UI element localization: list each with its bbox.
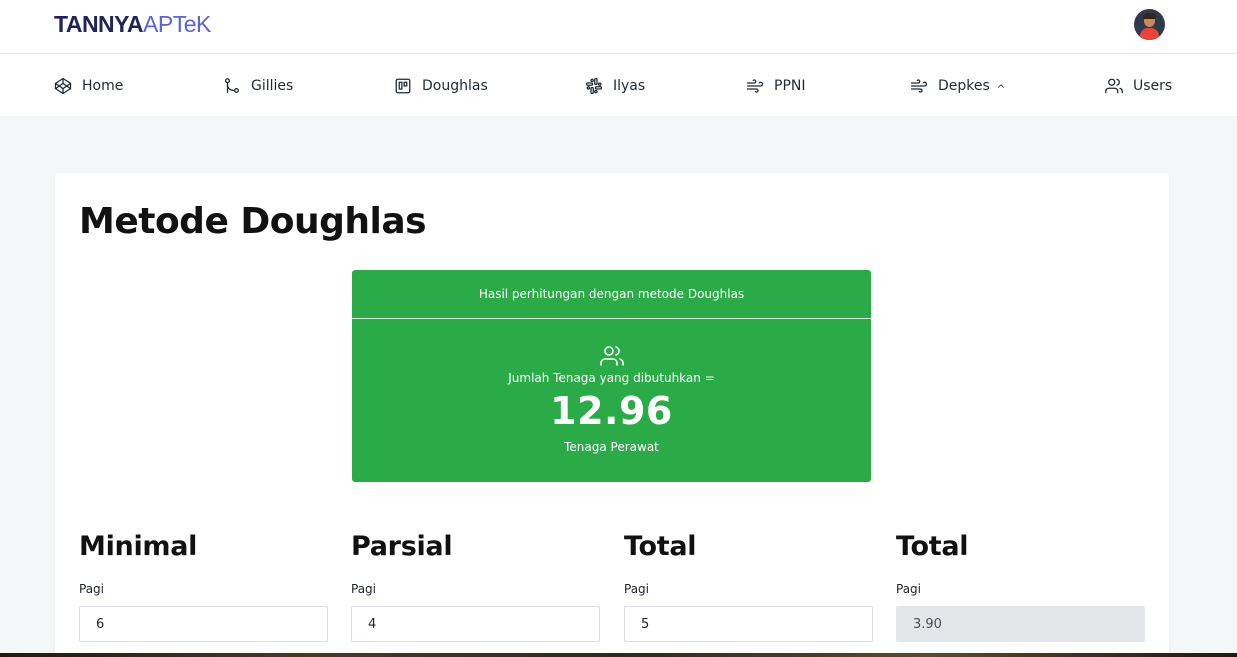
nav-item-ppni[interactable]: PPNI — [746, 76, 806, 96]
category-title: Parsial — [351, 531, 453, 562]
nav-label-ppni: PPNI — [774, 78, 806, 94]
nav-label-doughlas: Doughlas — [422, 78, 488, 94]
git-branch-icon — [224, 78, 240, 94]
category-title: Total — [896, 531, 969, 562]
parsial-pagi-input[interactable] — [351, 606, 600, 642]
minimal-pagi-input[interactable] — [79, 606, 328, 642]
category-title: Minimal — [79, 531, 198, 562]
content-card: Metode Doughlas Hasil perhitungan dengan… — [55, 173, 1169, 657]
top-header: TANNYAAPTeK — [0, 0, 1237, 54]
category-total: Total Pagi — [624, 531, 873, 642]
result-panel: Hasil perhitungan dengan metode Doughlas… — [352, 270, 871, 482]
background-strip — [0, 653, 1237, 657]
total-pagi-input[interactable] — [624, 606, 873, 642]
result-header: Hasil perhitungan dengan metode Doughlas — [352, 270, 871, 319]
result-label: Jumlah Tenaga yang dibutuhkan = — [508, 371, 715, 385]
nav-label-users: Users — [1133, 78, 1173, 94]
nav-label-home: Home — [82, 78, 124, 94]
codepen-icon — [54, 77, 72, 95]
field-label: Pagi — [624, 582, 650, 596]
wind-icon — [746, 79, 764, 93]
nav-item-users[interactable]: Users — [1105, 76, 1172, 96]
total-pagi-result-field — [896, 606, 1145, 642]
brand-name-secondary: APTeK — [143, 11, 211, 37]
field-label: Pagi — [896, 582, 922, 596]
nav-item-doughlas[interactable]: Doughlas — [394, 76, 488, 96]
category-title: Total — [624, 531, 697, 562]
slack-icon — [585, 77, 603, 95]
field-label: Pagi — [79, 582, 105, 596]
nav-item-gillies[interactable]: Gillies — [223, 76, 293, 96]
wind-icon — [910, 79, 928, 93]
main-navbar: Home Gillies Doughlas Ilyas PPNI Depkes … — [0, 54, 1237, 116]
brand-logo[interactable]: TANNYAAPTeK — [54, 11, 211, 38]
result-unit: Tenaga Perawat — [564, 440, 659, 454]
category-minimal: Minimal Pagi — [79, 531, 328, 642]
users-icon — [1105, 78, 1123, 94]
category-total-result: Total Pagi — [896, 531, 1145, 642]
page-title: Metode Doughlas — [79, 201, 427, 242]
category-parsial: Parsial Pagi — [351, 531, 600, 642]
trello-icon — [395, 78, 411, 94]
chevron-up-icon — [997, 84, 1004, 88]
nav-item-ilyas[interactable]: Ilyas — [585, 76, 645, 96]
users-icon — [600, 344, 624, 368]
nav-label-ilyas: Ilyas — [613, 78, 646, 94]
nav-label-gillies: Gillies — [251, 78, 294, 94]
nav-label-depkes: Depkes — [938, 78, 990, 94]
brand-name-primary: TANNYA — [54, 11, 144, 37]
result-value: 12.96 — [550, 389, 673, 433]
field-label: Pagi — [351, 582, 377, 596]
user-avatar[interactable] — [1134, 9, 1165, 40]
nav-item-depkes[interactable]: Depkes — [910, 76, 1006, 96]
nav-item-home[interactable]: Home — [54, 76, 123, 96]
